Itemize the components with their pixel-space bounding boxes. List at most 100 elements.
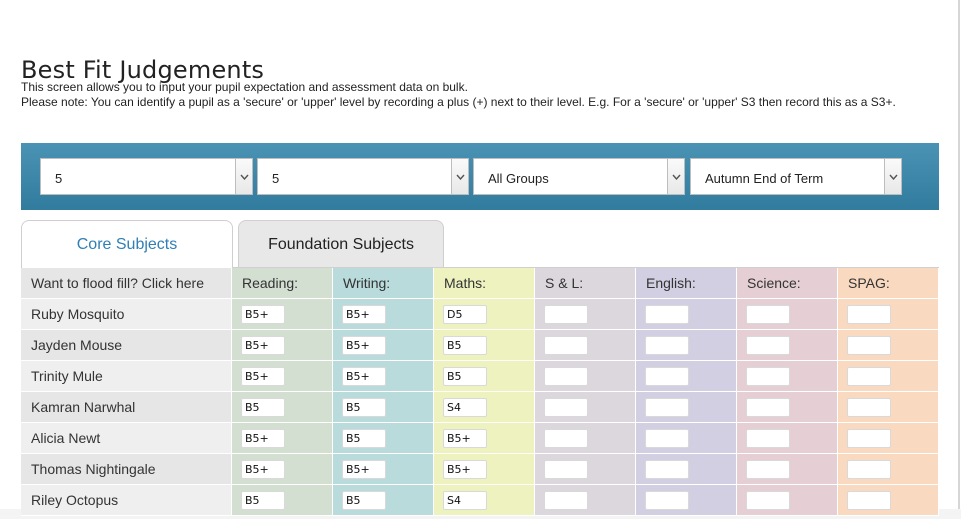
chevron-down-icon[interactable] bbox=[451, 159, 468, 194]
score-cell bbox=[636, 392, 737, 423]
score-input[interactable] bbox=[544, 460, 588, 479]
score-cell bbox=[535, 392, 636, 423]
score-cell: B5 bbox=[434, 330, 535, 361]
score-cell bbox=[737, 454, 838, 485]
score-input[interactable] bbox=[847, 398, 891, 417]
class-select[interactable]: 5 bbox=[257, 158, 469, 195]
score-input[interactable]: B5 bbox=[443, 336, 487, 355]
score-input[interactable] bbox=[544, 398, 588, 417]
intro-line-2: Please note: You can identify a pupil as… bbox=[21, 95, 896, 109]
score-input[interactable] bbox=[645, 336, 689, 355]
score-input[interactable]: B5+ bbox=[443, 429, 487, 448]
score-input[interactable] bbox=[645, 305, 689, 324]
score-cell bbox=[636, 361, 737, 392]
table-row: Alicia Newt B5+ B5 B5+ bbox=[21, 423, 939, 454]
score-input[interactable] bbox=[746, 398, 790, 417]
score-cell: B5+ bbox=[232, 330, 333, 361]
score-cell bbox=[737, 361, 838, 392]
group-select[interactable]: All Groups bbox=[473, 158, 685, 195]
score-input[interactable] bbox=[847, 367, 891, 386]
score-input[interactable]: B5+ bbox=[241, 305, 285, 324]
score-input[interactable] bbox=[847, 336, 891, 355]
score-input[interactable] bbox=[746, 429, 790, 448]
term-select[interactable]: Autumn End of Term bbox=[690, 158, 902, 195]
score-input[interactable]: D5 bbox=[443, 305, 487, 324]
score-input[interactable] bbox=[544, 367, 588, 386]
score-cell: B5 bbox=[434, 361, 535, 392]
score-input[interactable]: B5 bbox=[342, 398, 386, 417]
score-cell: S4 bbox=[434, 485, 535, 516]
year-select[interactable]: 5 bbox=[40, 158, 253, 195]
score-input[interactable] bbox=[645, 460, 689, 479]
score-cell: B5+ bbox=[232, 423, 333, 454]
score-input[interactable] bbox=[544, 305, 588, 324]
score-input[interactable]: B5+ bbox=[443, 460, 487, 479]
score-input[interactable]: S4 bbox=[443, 398, 487, 417]
class-select-value: 5 bbox=[272, 171, 280, 186]
score-input[interactable] bbox=[847, 429, 891, 448]
chevron-down-icon[interactable] bbox=[667, 159, 684, 194]
score-input[interactable]: B5+ bbox=[241, 336, 285, 355]
score-input[interactable] bbox=[746, 367, 790, 386]
score-input[interactable] bbox=[645, 491, 689, 510]
score-input[interactable]: B5+ bbox=[342, 460, 386, 479]
score-input[interactable]: B5 bbox=[241, 398, 285, 417]
term-select-value: Autumn End of Term bbox=[705, 171, 824, 186]
score-input[interactable]: B5+ bbox=[342, 305, 386, 324]
table-row: Ruby Mosquito B5+ B5+ D5 bbox=[21, 299, 939, 330]
score-input[interactable] bbox=[746, 460, 790, 479]
score-input[interactable]: B5 bbox=[443, 367, 487, 386]
score-input[interactable] bbox=[847, 460, 891, 479]
score-cell: S4 bbox=[434, 392, 535, 423]
tab-core-subjects[interactable]: Core Subjects bbox=[21, 220, 233, 269]
score-cell: B5+ bbox=[434, 454, 535, 485]
score-cell bbox=[636, 485, 737, 516]
score-input[interactable]: B5+ bbox=[241, 460, 285, 479]
score-cell bbox=[737, 392, 838, 423]
score-input[interactable]: B5 bbox=[342, 429, 386, 448]
score-input[interactable] bbox=[544, 491, 588, 510]
score-input[interactable]: B5+ bbox=[342, 367, 386, 386]
chevron-down-icon[interactable] bbox=[884, 159, 901, 194]
score-input[interactable] bbox=[645, 367, 689, 386]
flood-fill-link[interactable]: Want to flood fill? Click here bbox=[21, 268, 232, 299]
pupil-name: Trinity Mule bbox=[21, 361, 232, 392]
score-cell bbox=[535, 299, 636, 330]
score-input[interactable] bbox=[544, 336, 588, 355]
subject-header: Writing: bbox=[333, 268, 434, 299]
score-cell bbox=[737, 330, 838, 361]
score-cell bbox=[838, 392, 939, 423]
score-input[interactable] bbox=[746, 305, 790, 324]
score-input[interactable] bbox=[746, 336, 790, 355]
score-cell bbox=[636, 299, 737, 330]
score-input[interactable]: B5+ bbox=[241, 429, 285, 448]
score-cell bbox=[535, 454, 636, 485]
score-input[interactable] bbox=[645, 398, 689, 417]
score-cell: B5+ bbox=[232, 299, 333, 330]
score-input[interactable]: B5 bbox=[241, 491, 285, 510]
score-input[interactable] bbox=[645, 429, 689, 448]
score-cell bbox=[838, 423, 939, 454]
score-cell bbox=[535, 423, 636, 454]
score-input[interactable] bbox=[746, 491, 790, 510]
score-cell: B5 bbox=[333, 423, 434, 454]
score-input[interactable]: B5+ bbox=[342, 336, 386, 355]
pupil-name: Thomas Nightingale bbox=[21, 454, 232, 485]
pupil-name: Riley Octopus bbox=[21, 485, 232, 516]
tab-foundation-subjects[interactable]: Foundation Subjects bbox=[238, 220, 444, 268]
score-input[interactable]: B5 bbox=[342, 491, 386, 510]
chevron-down-icon[interactable] bbox=[235, 159, 252, 194]
table-row: Thomas Nightingale B5+ B5+ B5+ bbox=[21, 454, 939, 485]
score-cell bbox=[636, 423, 737, 454]
score-input[interactable] bbox=[847, 491, 891, 510]
filter-bar: 5 5 All Groups Autumn End of Term bbox=[21, 143, 939, 210]
score-cell: B5 bbox=[333, 392, 434, 423]
score-cell: B5 bbox=[232, 485, 333, 516]
score-cell bbox=[838, 299, 939, 330]
score-input[interactable] bbox=[544, 429, 588, 448]
subject-header: English: bbox=[636, 268, 737, 299]
score-input[interactable]: S4 bbox=[443, 491, 487, 510]
score-cell bbox=[737, 423, 838, 454]
score-input[interactable] bbox=[847, 305, 891, 324]
score-input[interactable]: B5+ bbox=[241, 367, 285, 386]
